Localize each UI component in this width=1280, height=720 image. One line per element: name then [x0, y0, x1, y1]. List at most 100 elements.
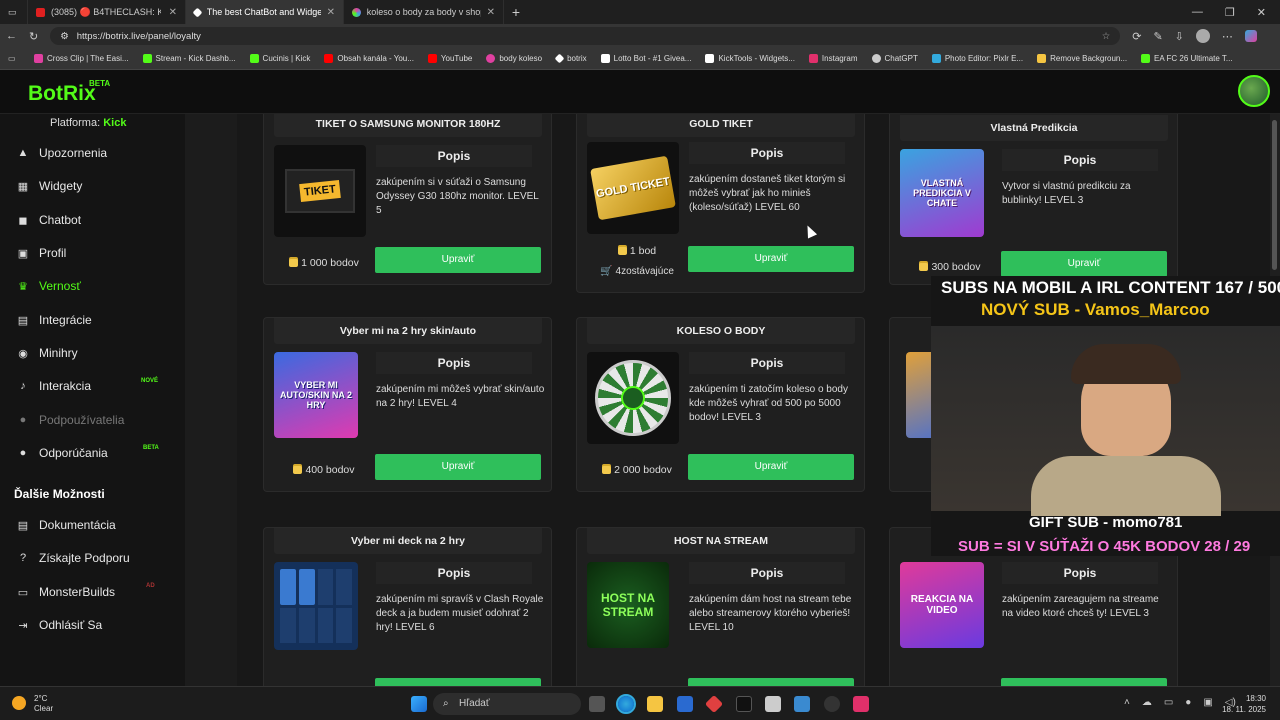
close-tab-icon[interactable]: ✕ [169, 7, 177, 18]
edit-button[interactable] [688, 678, 854, 686]
file-explorer-icon[interactable] [647, 696, 663, 712]
search-placeholder: Hľadať [459, 698, 490, 709]
scrollbar-thumb[interactable] [1272, 120, 1277, 270]
tiktok-icon[interactable] [736, 696, 752, 712]
app-red-icon[interactable] [704, 694, 724, 714]
bookmark-item[interactable]: EA FC 26 Ultimate T... [1141, 54, 1233, 63]
sidebar-item-monsterbuilds[interactable]: ▭ MonsterBuilds [16, 585, 115, 599]
bookmark-item[interactable]: KickTools - Widgets... [705, 54, 795, 63]
bookmark-item[interactable]: Cucinis | Kick [249, 54, 310, 63]
bookmark-item[interactable]: body koleso [486, 54, 542, 63]
sidebar-item-dokumentacia[interactable]: ▤ Dokumentácia [16, 518, 116, 532]
bookmark-item[interactable]: YouTube [427, 54, 473, 63]
edit-button[interactable]: Upraviť [375, 247, 541, 273]
start-icon[interactable] [411, 696, 427, 712]
bookmark-label: Obsah kanála - You... [337, 54, 414, 63]
bookmark-star-icon[interactable]: ☆ [1102, 31, 1111, 42]
profile-icon[interactable] [1195, 29, 1210, 43]
reward-cost: 1 bod [587, 245, 687, 257]
bookmark-item[interactable]: Photo Editor: Pixlr E... [931, 54, 1023, 63]
avatar[interactable] [1238, 75, 1270, 107]
bookmark-item[interactable]: Remove Backgroun... [1037, 54, 1127, 63]
taskbar-search[interactable]: ⌕ Hľadať [433, 693, 581, 715]
trophy-icon: ♛ [18, 280, 28, 293]
bookmark-label: YouTube [440, 54, 473, 63]
edge-icon[interactable] [616, 694, 636, 714]
description-heading: Popis [376, 562, 532, 584]
edit-button[interactable]: Upraviť [1001, 251, 1167, 277]
microphone-icon[interactable]: ● [1185, 697, 1191, 708]
bookmark-item[interactable]: botrix [554, 53, 587, 64]
botrix-logo[interactable]: BotRix BETA [28, 79, 110, 106]
edit-button[interactable] [375, 678, 541, 686]
bookmarks-bar: ▭ Cross Clip | The Easi... Stream - Kick… [0, 48, 1280, 70]
monitor-icon[interactable]: ▣ [1203, 697, 1212, 708]
edit-button[interactable]: Upraviť [688, 246, 854, 272]
clock[interactable]: 18:30 18. 11. 2025 [1222, 693, 1266, 715]
kick-icon [142, 54, 152, 63]
bookmark-item[interactable]: Lotto Bot - #1 Givea... [600, 54, 691, 63]
store-icon[interactable] [677, 696, 693, 712]
downloads-icon[interactable]: ⇩ [1175, 30, 1184, 43]
sidebar-item-podpouzivatelia[interactable]: ● Podpoužívatelia [16, 413, 125, 427]
close-tab-icon[interactable]: ✕ [327, 7, 335, 18]
sidebar-item-vernost[interactable]: ♛ Vernosť [16, 279, 81, 293]
sidebar-item-odhlasit[interactable]: ⇥ Odhlásiť Sa [16, 618, 102, 632]
new-tab-button[interactable]: + [504, 4, 528, 20]
sidebar-item-widgety[interactable]: ▦ Widgety [16, 179, 83, 193]
sidebar-item-chatbot[interactable]: ◼ Chatbot [16, 213, 81, 227]
network-icon[interactable]: ▭ [1164, 697, 1173, 708]
bookmark-label: EA FC 26 Ultimate T... [1154, 54, 1233, 63]
minimize-icon[interactable]: — [1192, 6, 1203, 19]
task-view-icon[interactable] [589, 696, 605, 712]
sidebar-item-interakcia[interactable]: ♪ Interakcia [16, 379, 91, 393]
obs-icon[interactable] [824, 696, 840, 712]
close-tab-icon[interactable]: ✕ [487, 7, 495, 18]
back-icon[interactable]: ← [6, 30, 17, 42]
sidebar-item-upozornenia[interactable]: ▲ Upozornenia [16, 146, 108, 160]
reward-cost: 2 000 bodov [587, 464, 687, 476]
bookmark-item[interactable]: Cross Clip | The Easi... [34, 54, 129, 63]
bookmark-item[interactable]: Stream - Kick Dashb... [142, 54, 236, 63]
sidebar-item-integracie[interactable]: ▤ Integrácie [16, 313, 92, 327]
restore-icon[interactable]: ❐ [1225, 6, 1235, 19]
url-bar[interactable]: ⚙ https://botrix.live/panel/loyalty ☆ [50, 27, 1121, 45]
description-heading: Popis [1002, 149, 1158, 171]
reward-description: zakúpením dostaneš tiket ktorým si môžeš… [689, 174, 846, 213]
weather-widget[interactable]: 2°C Clear [34, 694, 53, 714]
reload-icon[interactable]: ↻ [29, 30, 38, 43]
photos-icon[interactable] [794, 696, 810, 712]
site-info-icon[interactable]: ⚙ [60, 31, 69, 42]
extension-puzzle-icon[interactable]: ✎ [1153, 30, 1162, 43]
tab-actions-icon[interactable]: ▭ [0, 0, 28, 24]
bookmark-item[interactable]: Instagram [808, 54, 858, 63]
sidebar-item-odporucania[interactable]: ● Odporúčania [16, 446, 108, 460]
tab-koleso[interactable]: koleso o body za body v shope ✕ [344, 0, 504, 24]
close-window-icon[interactable]: ✕ [1257, 6, 1266, 19]
menu-icon[interactable]: ⋯ [1222, 30, 1233, 43]
sidebar-item-minihry[interactable]: ◉ Minihry [16, 346, 77, 360]
tiktok-live-icon[interactable] [853, 696, 869, 712]
extensions-icon[interactable]: ⟳ [1132, 30, 1141, 43]
tab-botrix[interactable]: The best ChatBot and Widgets fo ✕ [186, 0, 344, 24]
reward-image: REAKCIA NA VIDEO [900, 562, 984, 648]
copilot-icon[interactable] [1244, 30, 1257, 42]
beta-badge: BETA [89, 79, 111, 88]
sidebar-item-label: Chatbot [39, 213, 82, 227]
description-heading: Popis [376, 352, 532, 374]
edit-button[interactable]: Upraviť [375, 454, 541, 480]
sidebar-item-profil[interactable]: ▣ Profil [16, 246, 67, 260]
bookmark-item[interactable]: ChatGPT [871, 54, 918, 63]
bookmark-item[interactable]: Obsah kanála - You... [324, 54, 414, 63]
cloud-icon[interactable]: ☁ [1142, 697, 1152, 708]
chevron-up-icon[interactable]: ˄ [1124, 697, 1130, 708]
coin-icon [919, 263, 929, 271]
sidebar-item-podpora[interactable]: ? Získajte Podporu [16, 551, 130, 565]
reward-image: VLASTNÁ PREDIKCIA V CHATE [900, 149, 984, 237]
notepad-icon[interactable] [765, 696, 781, 712]
wheel-icon [486, 54, 496, 63]
bookmarks-folder-icon[interactable]: ▭ [8, 54, 16, 63]
tab-youtube[interactable]: (3085) 🔴 B4THECLASH: Ko ✕ [28, 0, 186, 24]
edit-button[interactable]: Upraviť [688, 454, 854, 480]
edit-button[interactable] [1001, 678, 1167, 686]
